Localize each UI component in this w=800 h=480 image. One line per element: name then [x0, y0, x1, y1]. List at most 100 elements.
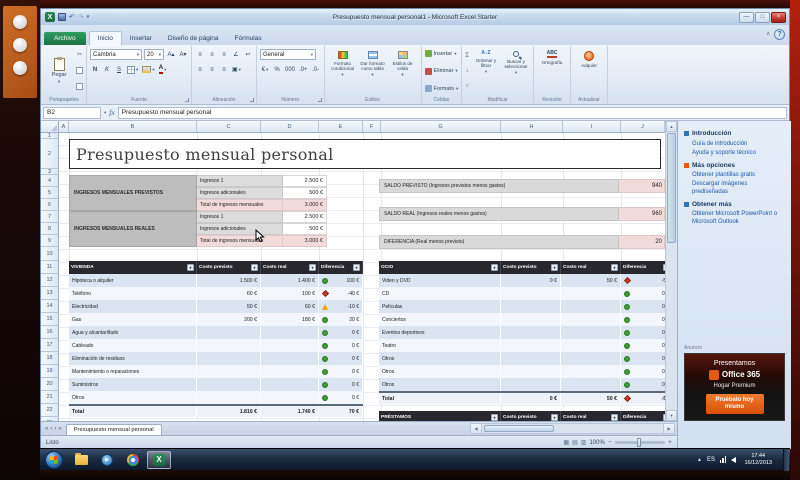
filter-icon[interactable]: ▾ [353, 264, 360, 271]
costo-real-cell[interactable] [261, 326, 319, 339]
sheet-cells[interactable]: Presupuesto mensual personal INGRESOS ME… [59, 133, 665, 421]
zoom-slider-thumb[interactable] [637, 438, 641, 447]
column-header[interactable]: J [621, 121, 665, 133]
diferencia-cell[interactable]: 0 € [319, 352, 363, 365]
costo-real-cell[interactable] [261, 365, 319, 378]
diferencia-cell[interactable]: 0 € [319, 391, 363, 404]
scrollbar-thumb[interactable] [667, 133, 676, 243]
paste-button[interactable]: Pegar ▾ [45, 48, 73, 94]
column-header[interactable]: F [363, 121, 381, 133]
number-format-select[interactable]: General▾ [260, 49, 316, 60]
costo-previsto-cell[interactable] [501, 313, 561, 326]
diferencia-cell[interactable]: 0 € [319, 378, 363, 391]
income-name-cell[interactable]: Ingresos adicionales [197, 187, 283, 199]
table-row[interactable]: CD 0 € [379, 287, 665, 300]
costo-previsto-cell[interactable] [197, 339, 261, 352]
income-value-cell[interactable]: 3.000 € [283, 199, 327, 211]
orientation-icon[interactable]: ∠ [231, 49, 241, 60]
costo-real-cell[interactable] [561, 365, 621, 378]
zoom-slider[interactable] [615, 441, 665, 444]
table-row[interactable]: Eventos deportivos 0 € [379, 326, 665, 339]
income-name-cell[interactable]: Ingresos adicionales [197, 223, 283, 235]
align-center-icon[interactable]: ≡ [207, 64, 217, 75]
prev-sheet-icon[interactable]: ‹ [50, 426, 52, 432]
category-cell[interactable]: Electricidad [69, 300, 197, 313]
align-top-icon[interactable]: ≡ [195, 49, 205, 60]
costo-previsto-cell[interactable] [501, 339, 561, 352]
filter-icon[interactable]: ▾ [663, 264, 665, 271]
network-icon[interactable] [720, 456, 727, 463]
category-cell[interactable]: Películas [379, 300, 501, 313]
column-header[interactable]: E [319, 121, 363, 133]
decrease-decimal-button[interactable]: .0- [311, 64, 321, 75]
table-row[interactable]: Conciertos 0 € [379, 313, 665, 326]
redo-icon[interactable]: ↷ [78, 14, 84, 21]
undo-icon[interactable]: ↶ [69, 14, 75, 21]
costo-previsto-cell[interactable]: 0 € [501, 274, 561, 287]
shrink-font-button[interactable]: A▾ [178, 49, 188, 60]
column-header[interactable]: C [197, 121, 261, 133]
row-header[interactable]: 5 [41, 187, 59, 199]
filter-icon[interactable]: ▾ [187, 264, 194, 271]
row-header[interactable]: 10 [41, 247, 59, 261]
row-header[interactable]: 7 [41, 211, 59, 223]
costo-real-cell[interactable] [261, 391, 319, 404]
costo-real-cell[interactable]: 60 € [261, 300, 319, 313]
row-header[interactable]: 19 [41, 365, 59, 378]
costo-real-cell[interactable] [261, 352, 319, 365]
excel-logo-icon[interactable]: X [45, 12, 55, 22]
saldo-value-cell[interactable]: 960 [619, 207, 665, 221]
diferencia-cell[interactable]: 0 € [621, 300, 665, 313]
column-header[interactable]: H [501, 121, 563, 133]
bold-button[interactable]: N [90, 64, 100, 75]
align-middle-icon[interactable]: ≡ [207, 49, 217, 60]
font-size-select[interactable]: 20▾ [144, 49, 164, 60]
category-cell[interactable]: Otros [379, 378, 501, 391]
diferencia-cell[interactable]: -10 € [319, 300, 363, 313]
row-header[interactable]: 13 [41, 287, 59, 300]
volume-icon[interactable] [731, 457, 736, 463]
name-box[interactable]: B2 [43, 107, 101, 119]
task-pane-link[interactable]: Ayuda y soporte técnico [692, 150, 785, 158]
table-row[interactable]: Otros 0 € [69, 391, 363, 404]
format-painter-icon[interactable] [76, 83, 83, 90]
costo-previsto-cell[interactable]: 60 € [197, 287, 261, 300]
taskbar-explorer-button[interactable] [69, 451, 93, 469]
income-name-cell[interactable]: Total de ingresos mensuales [197, 235, 283, 247]
income-row[interactable]: Ingresos 1 2.500 € [197, 175, 327, 187]
diferencia-cell[interactable]: 100 € [319, 274, 363, 287]
costo-previsto-cell[interactable] [501, 378, 561, 391]
income-row[interactable]: Ingresos 1 2.500 € [197, 211, 327, 223]
underline-button[interactable]: S [114, 64, 124, 75]
income-value-cell[interactable]: 2.500 € [283, 175, 327, 187]
column-header-cell[interactable]: Costo previsto▾ [501, 261, 561, 274]
saldo-value-cell[interactable]: 20 [619, 235, 665, 249]
category-cell[interactable]: Otros [379, 365, 501, 378]
column-header-cell[interactable]: Costo real▾ [561, 261, 621, 274]
column-header[interactable]: A [59, 121, 69, 133]
row-header[interactable]: 8 [41, 223, 59, 235]
diferencia-cell[interactable]: 0 € [319, 365, 363, 378]
scroll-down-icon[interactable]: ▼ [666, 410, 677, 421]
table-row[interactable]: Suministros 0 € [69, 378, 363, 391]
normal-view-icon[interactable]: ▦ [563, 440, 569, 446]
row-header[interactable]: 6 [41, 199, 59, 211]
table-row[interactable]: Teatro 0 € [379, 339, 665, 352]
diferencia-cell[interactable]: 0 € [621, 326, 665, 339]
table-title-cell[interactable]: PRÉSTAMOS▾ [379, 411, 501, 421]
save-icon[interactable] [58, 13, 66, 21]
filter-icon[interactable]: ▾ [551, 264, 558, 271]
scroll-right-icon[interactable]: ▶ [663, 424, 674, 433]
row-header[interactable]: 4 [41, 175, 59, 187]
spelling-button[interactable]: ABC Ortografía [537, 48, 567, 94]
costo-previsto-cell[interactable] [501, 300, 561, 313]
horizontal-scrollbar[interactable]: ◀ ▶ [470, 423, 675, 434]
costo-real-cell[interactable] [561, 352, 621, 365]
diferencia-cell[interactable]: 0 € [621, 352, 665, 365]
table-row[interactable]: Otros 0 € [379, 352, 665, 365]
table-row[interactable]: Cableado 0 € [69, 339, 363, 352]
next-sheet-icon[interactable]: › [54, 426, 56, 432]
percent-format-button[interactable]: % [272, 64, 282, 75]
formula-input[interactable]: Presupuesto mensual personal [118, 107, 787, 119]
filter-icon[interactable]: ▾ [491, 264, 498, 271]
